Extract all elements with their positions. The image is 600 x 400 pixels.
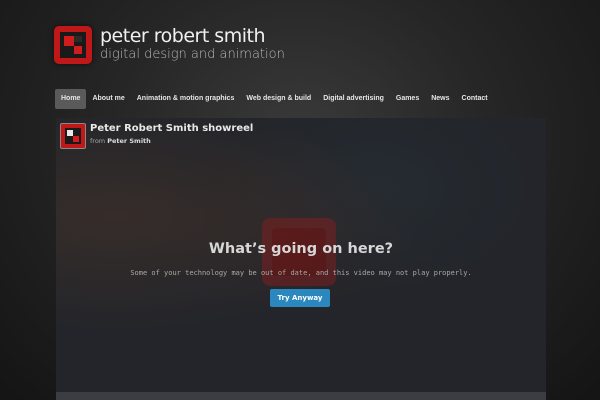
- nav-item-about-me[interactable]: About me: [86, 89, 130, 109]
- site-header: peter robert smith digital design and an…: [54, 24, 294, 66]
- nav-item-web-design[interactable]: Web design & build: [240, 89, 317, 109]
- red-pixel-logo-icon[interactable]: [54, 26, 92, 64]
- nav-item-contact[interactable]: Contact: [456, 89, 494, 109]
- site-name[interactable]: peter robert smith: [100, 25, 266, 47]
- video-byline: from Peter Smith: [90, 137, 151, 145]
- nav-item-animation[interactable]: Animation & motion graphics: [131, 89, 241, 109]
- video-title[interactable]: Peter Robert Smith showreel: [90, 123, 253, 134]
- video-player[interactable]: Peter Robert Smith showreel from Peter S…: [56, 118, 546, 400]
- author-avatar-icon[interactable]: [60, 123, 86, 149]
- site-tagline: digital design and animation: [100, 47, 285, 62]
- nav-item-digital-advertising[interactable]: Digital advertising: [317, 89, 390, 109]
- main-nav: Home About me Animation & motion graphic…: [55, 89, 494, 109]
- nav-item-games[interactable]: Games: [390, 89, 425, 109]
- video-control-bar[interactable]: [56, 392, 546, 400]
- nav-item-news[interactable]: News: [425, 89, 455, 109]
- try-anyway-button[interactable]: Try Anyway: [270, 289, 330, 307]
- error-message-title: What’s going on here?: [208, 241, 394, 257]
- byline-from-label: from: [90, 137, 106, 145]
- nav-item-home[interactable]: Home: [55, 89, 87, 109]
- video-author-link[interactable]: Peter Smith: [107, 137, 151, 145]
- error-message-body: Some of your technology may be out of da…: [130, 269, 472, 277]
